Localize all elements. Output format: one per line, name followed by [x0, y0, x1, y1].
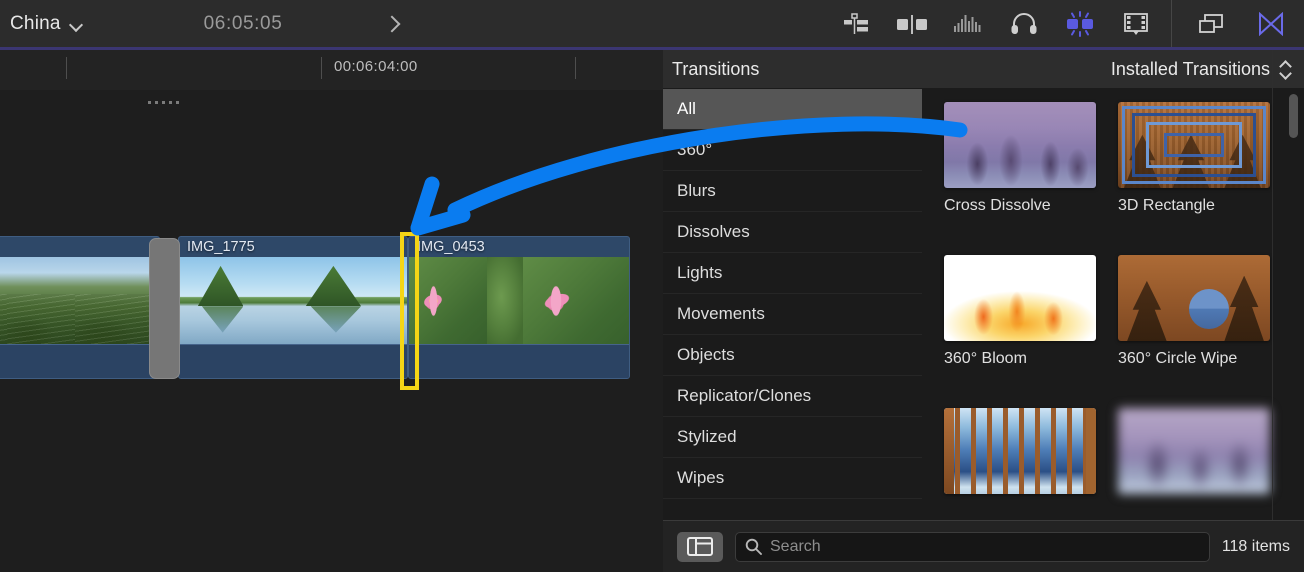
- sidebar-item-lights[interactable]: Lights: [663, 253, 922, 294]
- sidebar-item-movements[interactable]: Movements: [663, 294, 922, 335]
- transition-thumbnail[interactable]: [1118, 102, 1270, 188]
- sidebar-item-label: Movements: [677, 304, 765, 324]
- clip-title: IMG_0453: [417, 239, 485, 255]
- timeline-clip[interactable]: IMG_1775: [178, 236, 408, 379]
- transition-item[interactable]: 360° Circle Wipe: [1118, 255, 1270, 368]
- browser-bottom-bar: Search 118 items: [663, 520, 1304, 572]
- transition-thumbnail[interactable]: [944, 102, 1096, 188]
- sidebar-item-wipes[interactable]: Wipes: [663, 458, 922, 499]
- transition-item[interactable]: 360° Bloom: [944, 255, 1096, 368]
- top-toolbar: China 06:05:05: [0, 0, 1304, 47]
- transition-label: 360° Circle Wipe: [1118, 350, 1270, 368]
- sidebar-layout-icon: [687, 537, 713, 556]
- existing-transition-handle[interactable]: [149, 238, 180, 379]
- timeline-clip[interactable]: [0, 236, 160, 379]
- up-down-chevron-icon[interactable]: [1279, 59, 1292, 79]
- sidebar-item-label: Wipes: [677, 468, 724, 488]
- chevron-right-icon[interactable]: [382, 14, 402, 34]
- sidebar-item-label: Replicator/Clones: [677, 386, 811, 406]
- sidebar-item-replicator-clones[interactable]: Replicator/Clones: [663, 376, 922, 417]
- sidebar-item-objects[interactable]: Objects: [663, 335, 922, 376]
- timeline-area[interactable]: 00:06:04:00 IMG_1775: [0, 50, 663, 572]
- clip-filmstrip: [0, 257, 159, 345]
- split-clip-button[interactable]: [895, 9, 929, 39]
- ruler-timecode-label: 00:06:04:00: [334, 58, 418, 75]
- transition-label: Cross Dissolve: [944, 197, 1096, 215]
- ruler-tick: [575, 57, 576, 79]
- transition-item[interactable]: 3D Rectangle: [1118, 102, 1270, 215]
- clip-audio-band: [0, 344, 159, 378]
- timeline-clips-lane[interactable]: IMG_1775 IMG_0453: [0, 236, 663, 381]
- drag-dots-icon[interactable]: [148, 101, 179, 104]
- trim-tool-button[interactable]: [839, 9, 873, 39]
- transition-item[interactable]: [1118, 408, 1270, 503]
- transition-item[interactable]: Cross Dissolve: [944, 102, 1096, 215]
- sidebar-item-all[interactable]: All: [663, 89, 922, 130]
- sidebar-item-label: Blurs: [677, 181, 716, 201]
- installed-transitions-label: Installed Transitions: [1111, 59, 1270, 80]
- clip-audio-band: [409, 344, 629, 378]
- transitions-grid[interactable]: Cross Dissolve 3D Rectangle 360° Bloom: [922, 88, 1304, 520]
- transition-item[interactable]: [944, 408, 1096, 503]
- clip-filmstrip: [409, 257, 629, 345]
- media-browser-button[interactable]: [1119, 9, 1153, 39]
- transition-thumbnail[interactable]: [1118, 408, 1270, 494]
- transition-label: 360° Bloom: [944, 350, 1096, 368]
- transition-label: 3D Rectangle: [1118, 197, 1270, 215]
- installed-transitions-header[interactable]: Installed Transitions: [922, 50, 1304, 88]
- transition-thumbnail[interactable]: [944, 255, 1096, 341]
- transitions-grid-pane: Installed Transitions Cross Dissolve 3D: [922, 50, 1304, 520]
- audio-monitor-button[interactable]: [1007, 9, 1041, 39]
- timecode-display[interactable]: 06:05:05: [148, 13, 338, 35]
- sidebar-item-label: All: [677, 99, 696, 119]
- edit-point-selection[interactable]: [400, 232, 419, 390]
- transitions-browser-button[interactable]: [1063, 9, 1097, 39]
- sidebar-item-label: 360°: [677, 140, 712, 160]
- audio-meters-button[interactable]: [951, 9, 985, 39]
- sidebar-item-label: Objects: [677, 345, 735, 365]
- clip-title: IMG_1775: [187, 239, 255, 255]
- ruler-tick: [321, 57, 322, 79]
- clip-audio-band: [179, 344, 407, 378]
- search-icon: [745, 538, 762, 555]
- sidebar-item-blurs[interactable]: Blurs: [663, 171, 922, 212]
- sidebar-item-360[interactable]: 360°: [663, 130, 922, 171]
- sidebar-title: Transitions: [663, 50, 922, 89]
- item-count-label: 118 items: [1222, 538, 1290, 556]
- timeline-ruler[interactable]: 00:06:04:00: [0, 50, 663, 90]
- clip-filmstrip: [179, 257, 407, 345]
- timeline-clip[interactable]: IMG_0453: [408, 236, 630, 379]
- pane-divider: [1272, 50, 1273, 520]
- toolbar-button-group: [839, 0, 1304, 47]
- transition-thumbnail[interactable]: [1118, 255, 1270, 341]
- sidebar-item-label: Lights: [677, 263, 722, 283]
- sidebar-item-dissolves[interactable]: Dissolves: [663, 212, 922, 253]
- chevron-down-icon[interactable]: [70, 17, 83, 30]
- project-selector[interactable]: China: [0, 13, 128, 35]
- sidebar-item-label: Stylized: [677, 427, 737, 447]
- search-input[interactable]: Search: [735, 532, 1210, 562]
- scrollbar-thumb[interactable]: [1289, 94, 1298, 138]
- sidebar-item-stylized[interactable]: Stylized: [663, 417, 922, 458]
- window-layout-button[interactable]: [1194, 9, 1228, 39]
- ruler-tick: [66, 57, 67, 79]
- transitions-scrollbar[interactable]: [1289, 94, 1298, 490]
- transition-thumbnail[interactable]: [944, 408, 1096, 494]
- effects-browser-button[interactable]: [1254, 9, 1288, 39]
- sidebar-toggle-button[interactable]: [677, 532, 723, 562]
- transitions-sidebar: Transitions All 360° Blurs Dissolves Lig…: [663, 50, 923, 520]
- sidebar-item-label: Dissolves: [677, 222, 750, 242]
- project-name: China: [10, 13, 61, 35]
- search-placeholder: Search: [770, 538, 821, 556]
